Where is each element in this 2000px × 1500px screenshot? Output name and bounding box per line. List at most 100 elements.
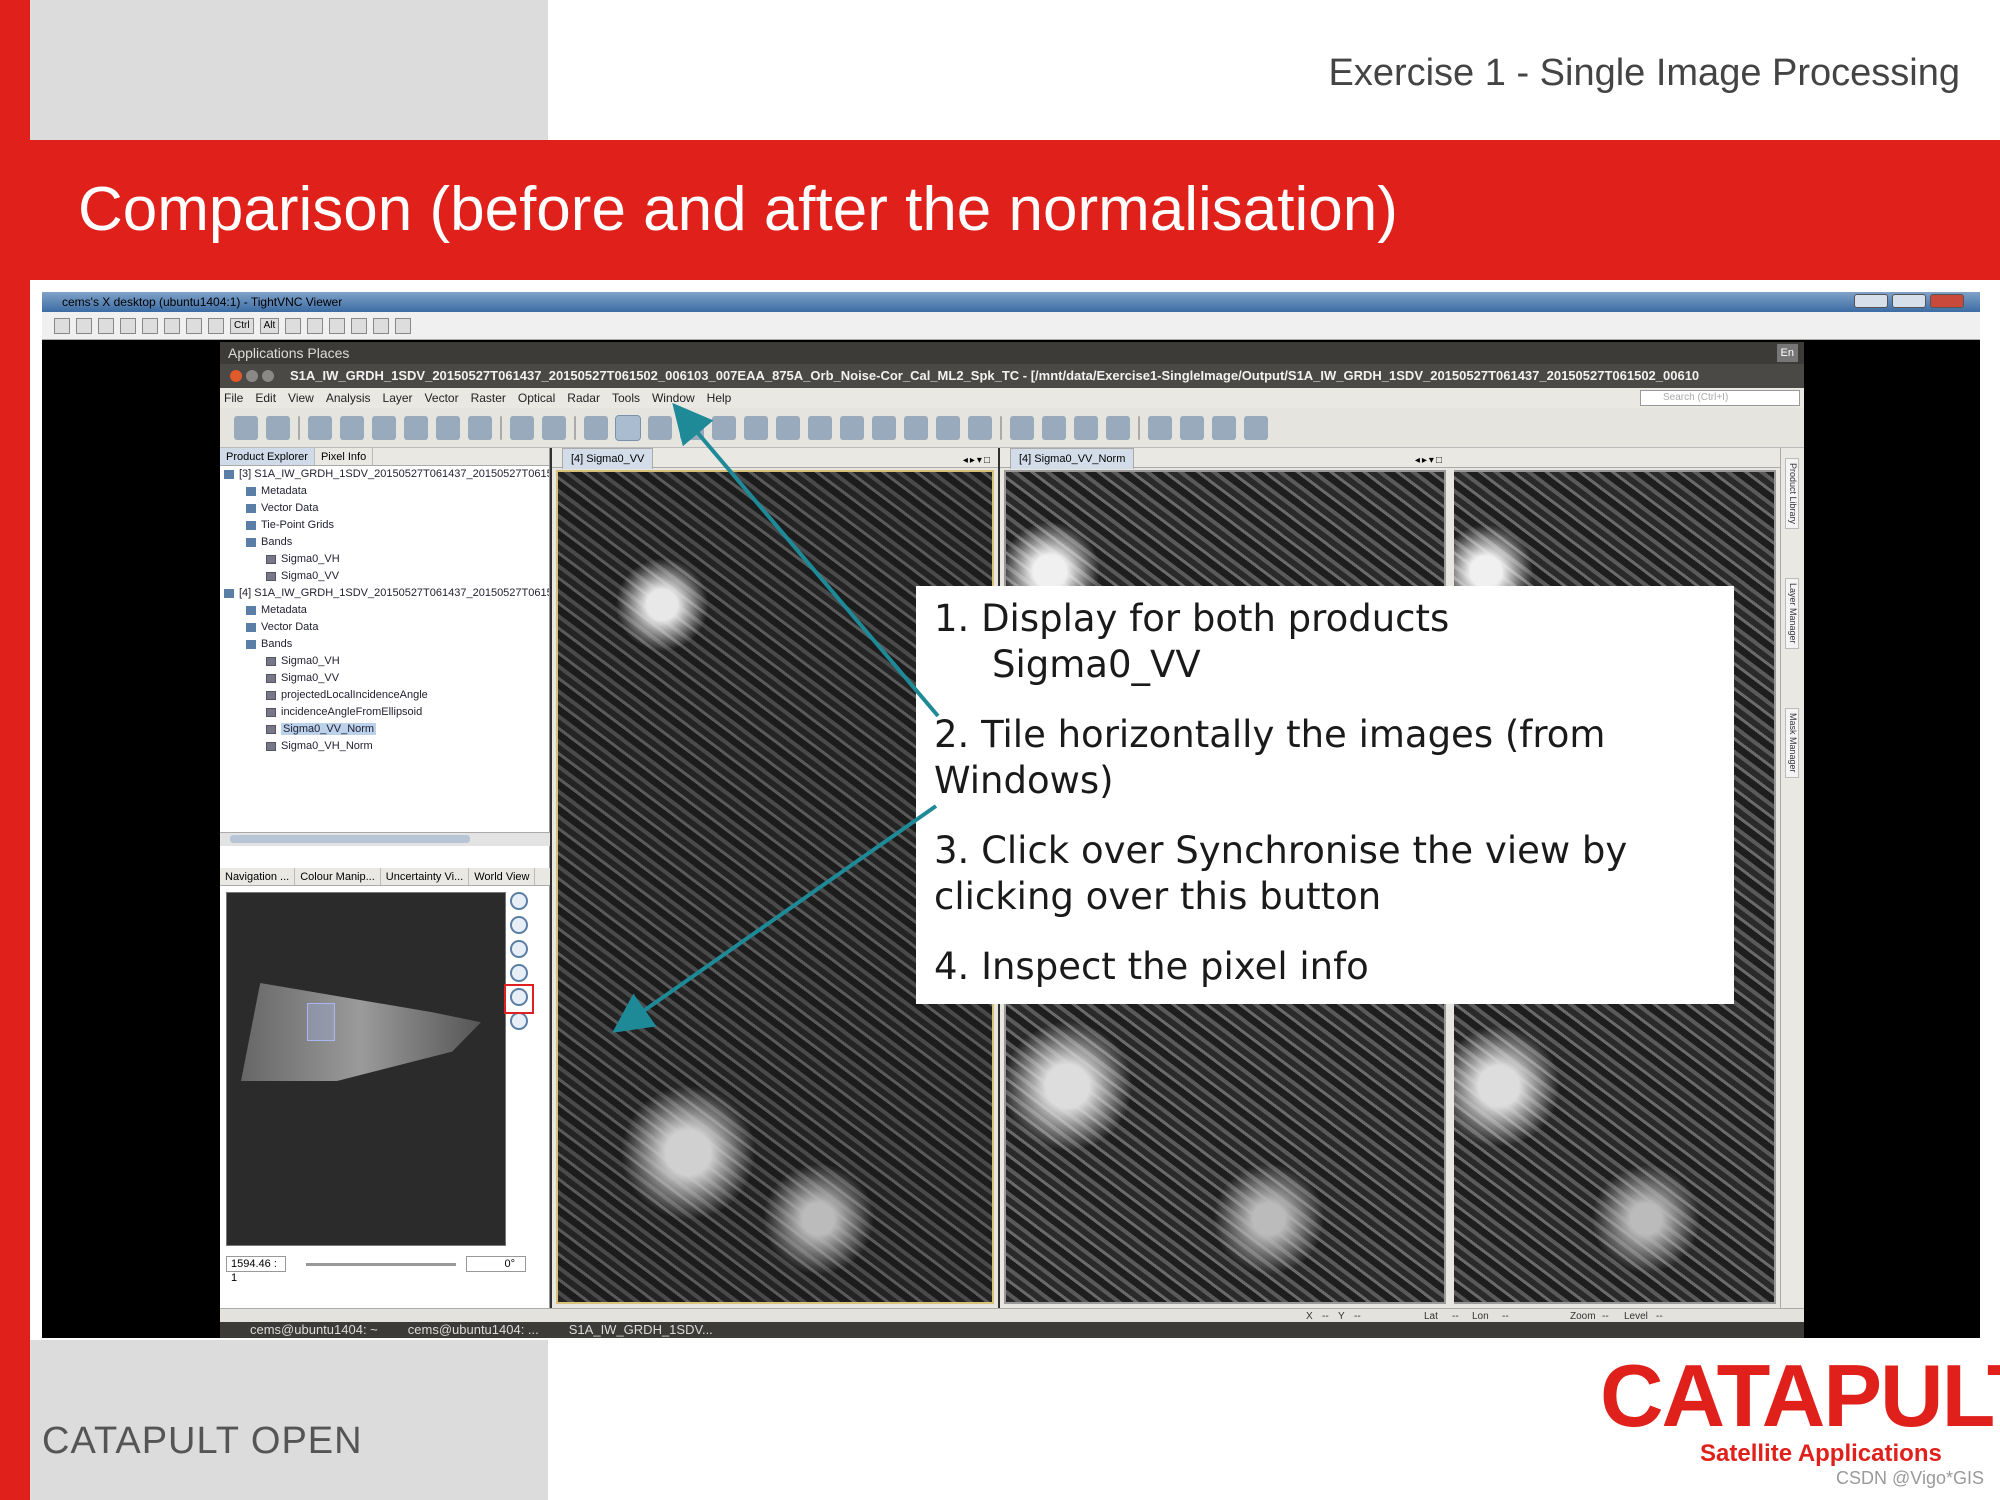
save-icon[interactable] — [76, 317, 92, 334]
tab-pixel-info[interactable]: Pixel Info — [315, 448, 374, 465]
scroll-thumb[interactable] — [230, 835, 470, 843]
tab-navigation[interactable]: Navigation ... — [220, 868, 296, 885]
zoom-all-icon[interactable] — [510, 964, 528, 982]
fullscreen-icon[interactable] — [395, 317, 412, 334]
tree-item-vector-data[interactable]: Vector Data — [224, 619, 549, 636]
mask-manager-tab[interactable]: Mask Manager — [1785, 708, 1799, 778]
magic-wand-icon[interactable] — [904, 415, 928, 440]
keyboard-layout-indicator[interactable]: En — [1776, 344, 1798, 362]
overlay-icon[interactable] — [404, 415, 428, 440]
tab-product-explorer[interactable]: Product Explorer — [220, 448, 315, 465]
gcp-tool-icon[interactable] — [712, 415, 736, 440]
line-tool-icon[interactable] — [744, 415, 768, 440]
zoom-slider[interactable] — [306, 1263, 456, 1266]
rectangle-tool-icon[interactable] — [808, 415, 832, 440]
tree-item-product-3[interactable]: [3] S1A_IW_GRDH_1SDV_20150527T061437_201… — [224, 466, 549, 483]
menu-analysis[interactable]: Analysis — [326, 388, 371, 408]
zoom-fit-icon[interactable] — [373, 317, 390, 334]
tab-nav-arrows[interactable]: ◂▸▾□ — [1415, 451, 1444, 471]
world-map-icon[interactable] — [468, 415, 492, 440]
tree-item-metadata[interactable]: Metadata — [224, 483, 549, 500]
zoom-out-icon[interactable] — [329, 317, 346, 334]
search-input[interactable]: Search (Ctrl+I) — [1640, 390, 1800, 406]
tree-item-product-4[interactable]: [4] S1A_IW_GRDH_1SDV_20150527T061437_201… — [224, 585, 549, 602]
tree-item-band[interactable]: Sigma0_VH_Norm — [224, 738, 549, 755]
tree-item-vector-data[interactable]: Vector Data — [224, 500, 549, 517]
menu-window[interactable]: Window — [652, 388, 695, 408]
taskbar-terminal-1[interactable]: cems@ubuntu1404: ~ — [250, 1322, 378, 1338]
tree-item-metadata[interactable]: Metadata — [224, 602, 549, 619]
zoom-in-icon[interactable] — [510, 892, 528, 910]
menu-radar[interactable]: Radar — [567, 388, 600, 408]
options-icon[interactable] — [98, 317, 114, 334]
zoom-in-icon[interactable] — [307, 317, 324, 334]
menu-vector[interactable]: Vector — [425, 388, 459, 408]
zoom-factor-field[interactable]: 1594.46 : 1 — [226, 1256, 286, 1284]
taskbar-snap-window[interactable]: S1A_IW_GRDH_1SDV... — [569, 1322, 713, 1338]
tab-world-view[interactable]: World View — [469, 868, 536, 885]
tree-item-bands[interactable]: Bands — [224, 534, 549, 551]
clipboard-icon[interactable] — [285, 317, 302, 334]
polygon-tool-icon[interactable] — [840, 415, 864, 440]
tree-item-band-selected[interactable]: Sigma0_VV_Norm — [224, 721, 549, 738]
batch-processing-icon[interactable] — [542, 415, 566, 440]
zoom-100-icon[interactable] — [351, 317, 368, 334]
taskbar-terminal-2[interactable]: cems@ubuntu1404: ... — [408, 1322, 539, 1338]
polyline-tool-icon[interactable] — [776, 415, 800, 440]
product-library-tab[interactable]: Product Library — [1785, 458, 1799, 530]
menu-tools[interactable]: Tools — [612, 388, 640, 408]
window-minimize-icon[interactable] — [246, 370, 258, 382]
zoom-out-icon[interactable] — [510, 916, 528, 934]
alt-key-button[interactable]: Alt — [259, 317, 280, 334]
select-tool-icon[interactable] — [584, 415, 608, 440]
menu-optical[interactable]: Optical — [518, 388, 555, 408]
scissors-icon[interactable] — [1180, 415, 1204, 440]
tree-item-bands[interactable]: Bands — [224, 636, 549, 653]
new-connection-icon[interactable] — [54, 317, 70, 334]
open-product-icon[interactable] — [234, 415, 258, 440]
tab-nav-arrows[interactable]: ◂▸▾□ — [963, 451, 992, 471]
sync-cursor-icon[interactable] — [510, 1012, 528, 1030]
tile-evenly-icon[interactable] — [1010, 415, 1034, 440]
pause-icon[interactable] — [142, 317, 158, 334]
menu-layer[interactable]: Layer — [383, 388, 413, 408]
viewport-frame[interactable] — [307, 1003, 335, 1041]
layer-editor-icon[interactable] — [340, 415, 364, 440]
window-maximize-icon[interactable] — [262, 370, 274, 382]
ctrl-key-button[interactable]: Ctrl — [230, 317, 254, 334]
menu-raster[interactable]: Raster — [471, 388, 506, 408]
minimize-button[interactable] — [1854, 294, 1888, 308]
view-tab-sigma0-vv-norm[interactable]: [4] Sigma0_VV_Norm — [1010, 448, 1135, 469]
tab-colour-manipulation[interactable]: Colour Manip... — [295, 868, 381, 885]
range-finder-icon[interactable] — [936, 415, 960, 440]
overlay2-icon[interactable] — [436, 415, 460, 440]
menu-view[interactable]: View — [288, 388, 314, 408]
window-close-icon[interactable] — [230, 370, 242, 382]
zoom-pixel-icon[interactable] — [510, 940, 528, 958]
tree-item-band[interactable]: projectedLocalIncidenceAngle — [224, 687, 549, 704]
pan-tool-icon[interactable] — [615, 414, 641, 441]
applications-places-menu[interactable]: Applications Places — [228, 345, 349, 361]
info-icon[interactable] — [120, 317, 136, 334]
binary-icon[interactable] — [1212, 415, 1236, 440]
tree-item-band[interactable]: Sigma0_VV — [224, 670, 549, 687]
tree-item-band[interactable]: incidenceAngleFromEllipsoid — [224, 704, 549, 721]
tree-item-tie-point-grids[interactable]: Tie-Point Grids — [224, 517, 549, 534]
layer-manager-tab[interactable]: Layer Manager — [1785, 578, 1799, 649]
measure-icon[interactable] — [968, 415, 992, 440]
menu-help[interactable]: Help — [707, 388, 732, 408]
refresh-icon[interactable] — [164, 317, 180, 334]
close-button[interactable] — [1930, 294, 1964, 308]
horizontal-scrollbar[interactable] — [220, 832, 550, 846]
tab-uncertainty[interactable]: Uncertainty Vi... — [381, 868, 470, 885]
send-cad-icon[interactable] — [186, 317, 202, 334]
band-maths-icon[interactable] — [308, 415, 332, 440]
pin-tool-icon[interactable] — [680, 415, 704, 440]
menu-edit[interactable]: Edit — [255, 388, 276, 408]
tree-item-band[interactable]: Sigma0_VH — [224, 551, 549, 568]
tile-vertical-icon[interactable] — [1074, 415, 1098, 440]
tree-item-band[interactable]: Sigma0_VH — [224, 653, 549, 670]
graticule-icon[interactable] — [372, 415, 396, 440]
tile-horizontal-icon[interactable] — [1042, 415, 1066, 440]
zoom-tool-icon[interactable] — [648, 415, 672, 440]
